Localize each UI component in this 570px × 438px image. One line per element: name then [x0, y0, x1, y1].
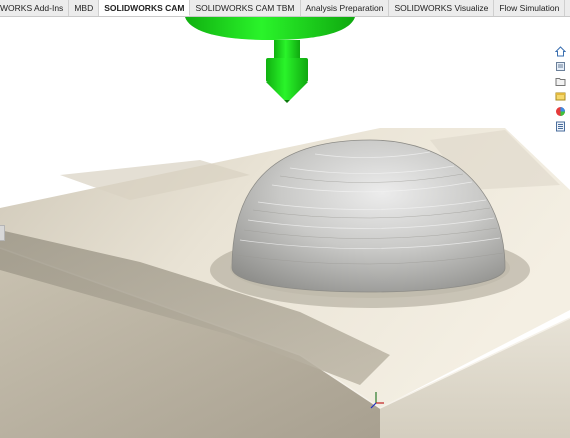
home-icon[interactable]: [554, 45, 567, 58]
design-library-icon[interactable]: [554, 75, 567, 88]
tab-mbd[interactable]: MBD: [69, 0, 100, 16]
resources-icon[interactable]: [554, 60, 567, 73]
graphics-area[interactable]: [0, 17, 570, 438]
appearances-icon[interactable]: [554, 105, 567, 118]
custom-properties-icon[interactable]: [554, 120, 567, 133]
file-explorer-icon[interactable]: [554, 90, 567, 103]
tab-analysis-preparation[interactable]: Analysis Preparation: [301, 0, 390, 16]
feature-manager-collapse-handle[interactable]: [0, 225, 5, 241]
command-manager-tabs: WORKS Add-Ins MBD SOLIDWORKS CAM SOLIDWO…: [0, 0, 570, 17]
tab-add-ins[interactable]: WORKS Add-Ins: [0, 0, 70, 16]
cutting-tool: [185, 17, 355, 103]
tab-solidworks-cam-tbm[interactable]: SOLIDWORKS CAM TBM: [190, 0, 301, 16]
tab-flow-simulation[interactable]: Flow Simulation: [494, 0, 566, 16]
task-pane-tabs: [554, 45, 567, 133]
tab-solidworks-cam[interactable]: SOLIDWORKS CAM: [99, 0, 191, 16]
tab-solidworks-visualize[interactable]: SOLIDWORKS Visualize: [389, 0, 495, 16]
cam-simulation-scene: [0, 17, 570, 438]
